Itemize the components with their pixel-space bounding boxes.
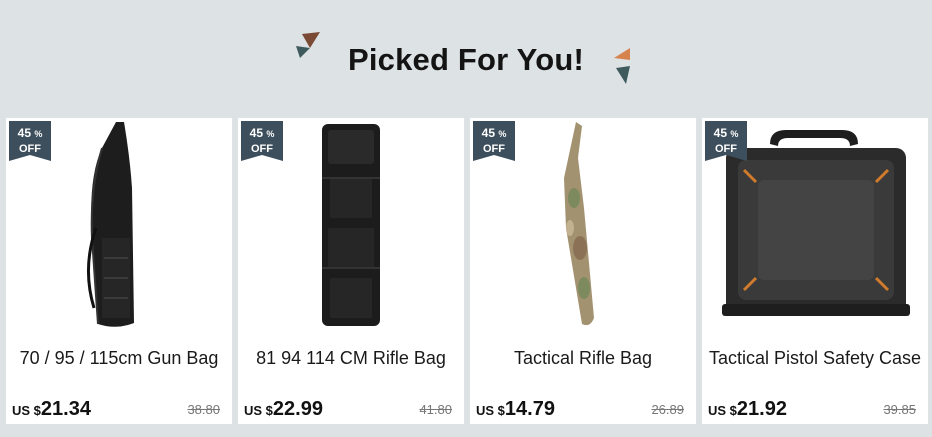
- page-title: Picked For You!: [347, 42, 585, 77]
- original-price: 41.80: [419, 402, 452, 417]
- original-price: 38.80: [187, 402, 220, 417]
- discount-unit: %: [730, 129, 739, 139]
- off-label: OFF: [483, 143, 505, 155]
- product-card[interactable]: 45 % OFF Tactical Rifle Bag US $14.79 26…: [470, 118, 696, 424]
- product-title[interactable]: 81 94 114 CM Rifle Bag: [238, 348, 464, 369]
- currency-label: US $: [12, 403, 41, 418]
- discount-unit: %: [34, 129, 43, 139]
- off-label: OFF: [715, 143, 737, 155]
- product-price: US $14.79: [476, 398, 555, 421]
- discount-badge: 45 % OFF: [241, 121, 283, 161]
- discount-value: 45: [17, 126, 31, 140]
- product-grid: 45 % OFF 70 / 95 / 115cm Gun Bag US $21.…: [6, 118, 928, 424]
- price-value: 22.99: [272, 398, 323, 420]
- original-price: 26.89: [651, 402, 684, 417]
- discount-badge: 45 % OFF: [9, 121, 51, 161]
- product-title[interactable]: 70 / 95 / 115cm Gun Bag: [6, 348, 232, 369]
- product-price: US $22.99: [244, 398, 323, 421]
- section-header: Picked For You!: [0, 0, 932, 110]
- discount-value: 45: [249, 126, 263, 140]
- price-value: 21.92: [736, 398, 787, 420]
- discount-value: 45: [713, 126, 727, 140]
- original-price: 39.85: [883, 402, 916, 417]
- off-label: OFF: [19, 143, 41, 155]
- discount-unit: %: [498, 129, 507, 139]
- price-value: 21.34: [40, 398, 91, 420]
- currency-label: US $: [244, 403, 273, 418]
- off-label: OFF: [251, 143, 273, 155]
- product-price: US $21.34: [12, 398, 91, 421]
- product-title[interactable]: Tactical Rifle Bag: [470, 348, 696, 369]
- triangle-confetti-icon: [614, 48, 630, 84]
- product-title[interactable]: Tactical Pistol Safety Case: [702, 348, 928, 369]
- discount-badge: 45 % OFF: [705, 121, 747, 161]
- product-price: US $21.92: [708, 398, 787, 421]
- currency-label: US $: [708, 403, 737, 418]
- currency-label: US $: [476, 403, 505, 418]
- discount-badge: 45 % OFF: [473, 121, 515, 161]
- product-card[interactable]: 45 % OFF 81 94 114 CM Rifle Bag US $22.9…: [238, 118, 464, 424]
- price-value: 14.79: [504, 398, 555, 420]
- discount-unit: %: [266, 129, 275, 139]
- product-card[interactable]: 45 % OFF 70 / 95 / 115cm Gun Bag US $21.…: [6, 118, 232, 424]
- discount-value: 45: [481, 126, 495, 140]
- product-card[interactable]: 45 % OFF Tactical Pistol Safety Case US …: [702, 118, 928, 424]
